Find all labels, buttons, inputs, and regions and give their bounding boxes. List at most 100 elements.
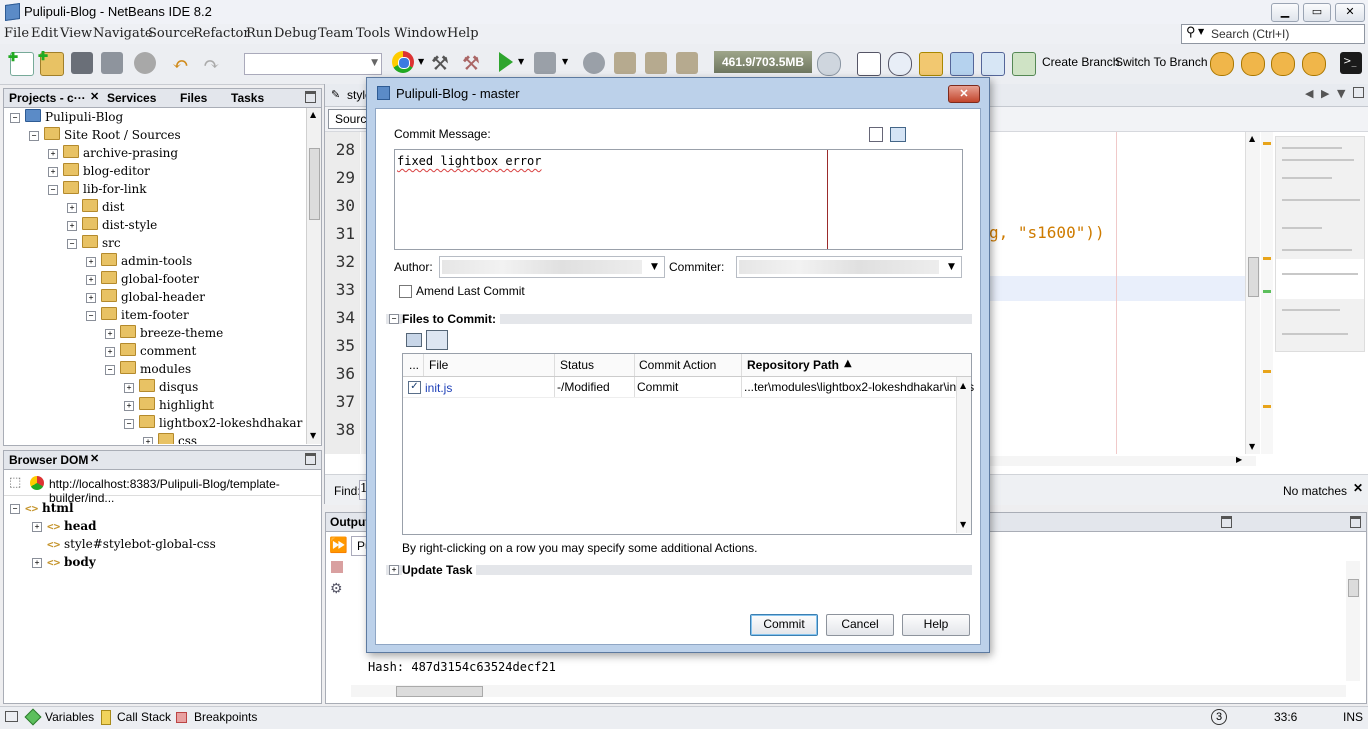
scroll-tabs-left-icon[interactable]: ◀ bbox=[1305, 87, 1313, 100]
breakpoints-tab[interactable]: Breakpoints bbox=[194, 710, 257, 724]
maximize-button[interactable]: ▭ bbox=[1303, 3, 1331, 22]
close-button[interactable]: ✕ bbox=[1335, 3, 1365, 22]
step-icon[interactable] bbox=[614, 52, 636, 74]
minimize-button[interactable]: ▁ bbox=[1271, 3, 1299, 22]
new-file-icon[interactable]: ✚ bbox=[8, 50, 34, 76]
menu-help[interactable]: Help bbox=[447, 26, 479, 41]
chrome-browser-icon[interactable] bbox=[392, 51, 414, 73]
expand-toggle-icon[interactable]: − bbox=[10, 113, 20, 123]
tree-item[interactable]: + highlight bbox=[124, 396, 214, 414]
download-icon[interactable] bbox=[645, 52, 667, 74]
new-project-icon[interactable]: ✚ bbox=[38, 49, 64, 76]
show-opened-documents-icon[interactable]: ▼ bbox=[1337, 87, 1345, 100]
scroll-up-icon[interactable]: ▲ bbox=[310, 110, 316, 119]
output-window-icon[interactable] bbox=[5, 711, 18, 722]
build-hammer-icon[interactable]: ⚒ bbox=[431, 51, 449, 75]
column-repository-path[interactable]: Repository Path bbox=[747, 358, 839, 372]
show-diff-icon[interactable] bbox=[406, 333, 422, 347]
expand-update-task-icon[interactable]: + bbox=[389, 565, 399, 575]
configuration-select[interactable]: ▼ bbox=[244, 53, 382, 75]
save-all-icon[interactable] bbox=[101, 52, 123, 74]
minimize-panel-icon[interactable] bbox=[1350, 516, 1361, 528]
diff-icon[interactable] bbox=[888, 52, 912, 76]
expand-toggle-icon[interactable]: + bbox=[86, 275, 96, 285]
menu-file[interactable]: File bbox=[4, 26, 29, 41]
row-file[interactable]: init.js bbox=[425, 381, 452, 395]
recent-messages-icon[interactable] bbox=[869, 127, 883, 142]
run-project-icon[interactable] bbox=[499, 52, 513, 72]
expand-toggle-icon[interactable]: − bbox=[48, 185, 58, 195]
memory-indicator[interactable]: 461.9/703.5MB bbox=[714, 51, 812, 73]
expand-toggle-icon[interactable]: − bbox=[29, 131, 39, 141]
merge-icon[interactable] bbox=[1302, 52, 1326, 76]
menu-debug[interactable]: Debug bbox=[274, 26, 317, 41]
menu-edit[interactable]: Edit bbox=[31, 26, 58, 41]
cancel-button[interactable]: Cancel bbox=[826, 614, 894, 636]
commit-button[interactable]: Commit bbox=[750, 614, 818, 636]
rerun-icon[interactable]: ⏩ bbox=[329, 536, 348, 554]
expand-toggle-icon[interactable]: − bbox=[86, 311, 96, 321]
minimize-panel-icon[interactable] bbox=[305, 91, 316, 103]
help-button[interactable]: Help bbox=[902, 614, 970, 636]
history-icon[interactable] bbox=[857, 52, 881, 76]
expand-toggle-icon[interactable]: + bbox=[143, 437, 153, 444]
scroll-right-icon[interactable]: ▶ bbox=[1236, 455, 1242, 464]
create-branch-button[interactable]: Create Branch bbox=[1042, 55, 1119, 69]
tree-item[interactable]: + archive-prasing bbox=[48, 144, 178, 162]
search-box[interactable]: ⚲ ▼ Search (Ctrl+I) bbox=[1181, 24, 1365, 44]
expand-toggle-icon[interactable]: + bbox=[105, 347, 115, 357]
tree-item[interactable]: − item-footer bbox=[86, 306, 189, 324]
browser-dropdown-icon[interactable]: ▼ bbox=[418, 57, 424, 66]
tree-item[interactable]: + disqus bbox=[124, 378, 198, 396]
column-select[interactable]: ... bbox=[409, 358, 419, 372]
expand-toggle-icon[interactable]: + bbox=[86, 293, 96, 303]
stop-icon[interactable] bbox=[134, 52, 156, 74]
tree-item[interactable]: + dist-style bbox=[67, 216, 157, 234]
menu-tools[interactable]: Tools bbox=[356, 26, 390, 41]
close-tab-icon[interactable]: ✕ bbox=[90, 90, 99, 103]
tab-projects[interactable]: Projects - c··· bbox=[9, 91, 86, 105]
dom-node[interactable]: +<>style#stylebot-global-css bbox=[32, 535, 216, 553]
scroll-up-icon[interactable]: ▲ bbox=[1249, 134, 1255, 143]
scroll-thumb[interactable] bbox=[1348, 579, 1359, 597]
commit-toolbar-icon[interactable] bbox=[919, 52, 943, 76]
tree-item[interactable]: − lightbox2-lokeshdhakar bbox=[124, 414, 302, 432]
commit-message-textarea[interactable]: fixed lightbox error bbox=[394, 149, 963, 250]
tree-item[interactable]: + dist bbox=[67, 198, 125, 216]
expand-toggle-icon[interactable]: + bbox=[105, 329, 115, 339]
projects-scrollbar[interactable]: ▲ ▼ bbox=[306, 108, 321, 444]
tree-item[interactable]: + comment bbox=[105, 342, 196, 360]
minimize-panel-icon[interactable] bbox=[305, 453, 316, 465]
scroll-tabs-right-icon[interactable]: ▶ bbox=[1321, 87, 1329, 100]
expand-toggle-icon[interactable]: + bbox=[86, 257, 96, 267]
close-tab-icon[interactable]: ✕ bbox=[90, 452, 99, 465]
terminal-icon[interactable]: >_ bbox=[1340, 52, 1362, 74]
scroll-down-icon[interactable]: ▼ bbox=[310, 431, 316, 440]
menu-navigate[interactable]: Navigate bbox=[93, 26, 153, 41]
menu-run[interactable]: Run bbox=[246, 26, 273, 41]
expand-toggle-icon[interactable]: + bbox=[48, 167, 58, 177]
dom-node[interactable]: + <> body bbox=[32, 553, 96, 571]
committer-combobox[interactable]: ▼ bbox=[736, 256, 962, 278]
settings-gear-icon[interactable]: ⚙ bbox=[330, 581, 343, 597]
open-project-icon[interactable] bbox=[71, 52, 93, 74]
push-icon[interactable] bbox=[1271, 52, 1295, 76]
branches-icon[interactable] bbox=[1012, 52, 1036, 76]
menu-window[interactable]: Window bbox=[394, 26, 447, 41]
redo-icon[interactable]: ↷ bbox=[203, 52, 220, 76]
files-table-scrollbar[interactable]: ▲ ▼ bbox=[956, 377, 971, 533]
expand-toggle-icon[interactable]: + bbox=[32, 522, 42, 532]
expand-toggle-icon[interactable]: − bbox=[67, 239, 77, 249]
variables-tab[interactable]: Variables bbox=[45, 710, 94, 724]
menu-refactor[interactable]: Refactor bbox=[193, 26, 250, 41]
fetch-icon[interactable] bbox=[1210, 52, 1234, 76]
inspect-icon[interactable]: ⬚ bbox=[9, 475, 21, 490]
output-vertical-scrollbar[interactable] bbox=[1346, 561, 1360, 681]
profile-icon[interactable] bbox=[583, 52, 605, 74]
scroll-thumb[interactable] bbox=[396, 686, 483, 697]
debug-dropdown-icon[interactable]: ▼ bbox=[562, 57, 568, 66]
expand-toggle-icon[interactable]: + bbox=[124, 401, 134, 411]
scroll-thumb[interactable] bbox=[1248, 257, 1259, 297]
tab-browser-dom[interactable]: Browser DOM bbox=[9, 453, 88, 467]
scroll-down-icon[interactable]: ▼ bbox=[960, 520, 966, 529]
